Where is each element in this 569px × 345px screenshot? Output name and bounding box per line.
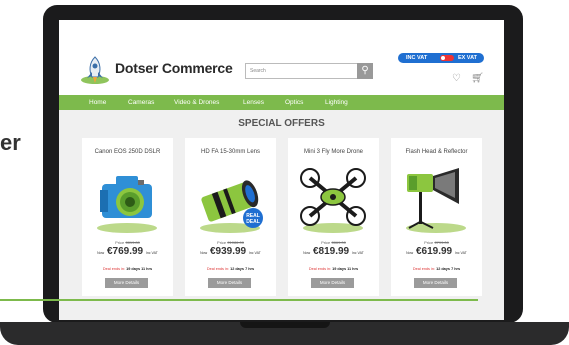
accent-line [0,299,478,301]
price-row: Now €939.99 Inc VAT [185,246,276,257]
nav-item-optics[interactable]: Optics [285,95,303,110]
was-price: €799.00 [434,240,449,245]
product-card[interactable]: HD FA 15-30mm Lens REAL DEAL Price €1086… [185,138,276,296]
current-price: €769.99 [106,246,144,257]
deal-prefix: Deal ends in: [206,267,230,271]
was-label: Price [321,240,331,245]
was-price-row: Price €1086.00 [185,240,276,245]
current-price: €819.99 [312,246,350,257]
price-row: Now €619.99 Inc VAT [391,246,482,257]
toggle-switch-icon[interactable] [440,55,454,61]
camera-lens-icon: REAL DEAL [200,180,263,233]
svg-text:DEAL: DEAL [246,219,260,225]
deal-time: 19 days 11 hrs [332,267,359,271]
was-price-row: Price €869.00 [288,240,379,245]
deal-prefix: Deal ends in: [412,267,436,271]
nav-item-lighting[interactable]: Lighting [325,95,348,110]
was-label: Price [115,240,125,245]
was-price-row: Price €799.00 [391,240,482,245]
search-input[interactable]: Search [245,63,363,79]
was-price: €819.80 [125,240,140,245]
deal-timer: Deal ends in: 12 days 7 hrs [185,267,276,271]
was-label: Price [424,240,434,245]
laptop-screen: Dotser Commerce Search ⚲ INC VAT EX VAT … [59,20,504,320]
nav-item-video-drones[interactable]: Video & Drones [174,95,219,110]
price-suffix: Inc VAT [145,251,158,255]
current-price: €619.99 [415,246,453,257]
was-label: Price [217,240,227,245]
deal-timer: Deal ends in: 19 days 11 hrs [82,267,173,271]
product-card[interactable]: Flash Head & Reflector Price €799.00 Now… [391,138,482,296]
nav-item-cameras[interactable]: Cameras [128,95,154,110]
product-card[interactable]: Mini 3 Fly More Drone Price €869.00 Now … [288,138,379,296]
main-nav: Home Cameras Video & Drones Lenses Optic… [59,95,504,110]
product-name[interactable]: HD FA 15-30mm Lens [185,149,276,155]
price-row: Now €769.99 Inc VAT [82,246,173,257]
was-price-row: Price €819.80 [82,240,173,245]
now-label: Now [97,251,105,255]
price-suffix: Inc VAT [351,251,364,255]
more-details-button[interactable]: More Details [311,278,354,288]
deal-timer: Deal ends in: 12 days 7 hrs [391,267,482,271]
product-name[interactable]: Mini 3 Fly More Drone [288,149,379,155]
deal-prefix: Deal ends in: [308,267,332,271]
cart-icon[interactable]: 🛒︎ [471,73,484,84]
search-icon: ⚲ [361,65,369,76]
side-text-fragment: er [0,130,21,155]
was-price: €869.00 [331,240,346,245]
current-price: €939.99 [209,246,247,257]
deal-timer: Deal ends in: 19 days 11 hrs [288,267,379,271]
rocket-logo-icon [81,56,109,84]
price-suffix: Inc VAT [248,251,261,255]
vat-toggle[interactable]: INC VAT EX VAT [398,53,484,63]
ex-vat-label: EX VAT [457,55,477,61]
nav-item-lenses[interactable]: Lenses [243,95,264,110]
search-button[interactable]: ⚲ [357,63,373,79]
now-label: Now [406,251,414,255]
price-row: Now €819.99 Inc VAT [288,246,379,257]
dslr-camera-icon [97,176,157,233]
deal-time: 19 days 11 hrs [126,267,153,271]
brand-name[interactable]: Dotser Commerce [115,60,233,76]
section-title: SPECIAL OFFERS [238,118,325,129]
was-price: €1086.00 [227,240,244,245]
product-card[interactable]: Canon EOS 250D DSLR Price €819.80 Now €7… [82,138,173,296]
laptop-base-notch [240,322,330,328]
nav-item-home[interactable]: Home [89,95,106,110]
deal-prefix: Deal ends in: [102,267,126,271]
inc-vat-label: INC VAT [406,55,428,61]
product-name[interactable]: Flash Head & Reflector [391,149,482,155]
site-header: Dotser Commerce Search ⚲ INC VAT EX VAT … [59,20,504,90]
deal-time: 12 days 7 hrs [230,267,255,271]
flash-head-icon [406,168,466,233]
product-name[interactable]: Canon EOS 250D DSLR [82,149,173,155]
heart-icon[interactable]: ♡ [452,73,461,84]
more-details-button[interactable]: More Details [105,278,148,288]
now-label: Now [200,251,208,255]
deal-time: 12 days 7 hrs [436,267,461,271]
more-details-button[interactable]: More Details [414,278,457,288]
more-details-button[interactable]: More Details [208,278,251,288]
drone-icon [300,168,366,233]
now-label: Now [303,251,311,255]
price-suffix: Inc VAT [454,251,467,255]
